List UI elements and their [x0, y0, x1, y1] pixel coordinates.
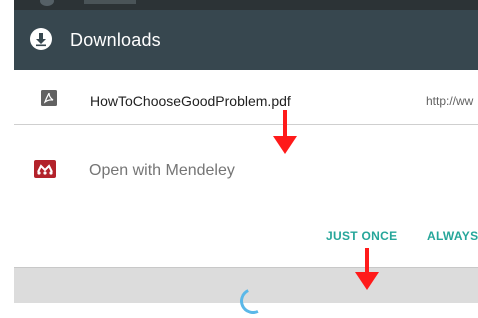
divider	[14, 124, 478, 125]
mendeley-icon	[34, 160, 56, 178]
red-arrow-annotation	[355, 248, 379, 292]
status-bar-remnant	[14, 0, 478, 10]
downloads-header: Downloads	[14, 10, 478, 70]
blurred-icon	[40, 0, 54, 6]
open-with-label: Open with Mendeley	[89, 162, 235, 179]
blurred-text	[84, 0, 136, 4]
download-icon	[30, 28, 52, 50]
open-with-mendeley-option[interactable]: Open with Mendeley	[14, 150, 478, 190]
always-button[interactable]: ALWAYS	[427, 229, 478, 243]
page-title: Downloads	[70, 30, 161, 50]
download-url: http://ww	[426, 94, 474, 108]
download-filename: HowToChooseGoodProblem.pdf	[90, 93, 291, 109]
just-once-button[interactable]: JUST ONCE	[326, 229, 397, 243]
download-row[interactable]: HowToChooseGoodProblem.pdf http://ww	[14, 70, 478, 125]
pdf-icon	[41, 90, 57, 106]
